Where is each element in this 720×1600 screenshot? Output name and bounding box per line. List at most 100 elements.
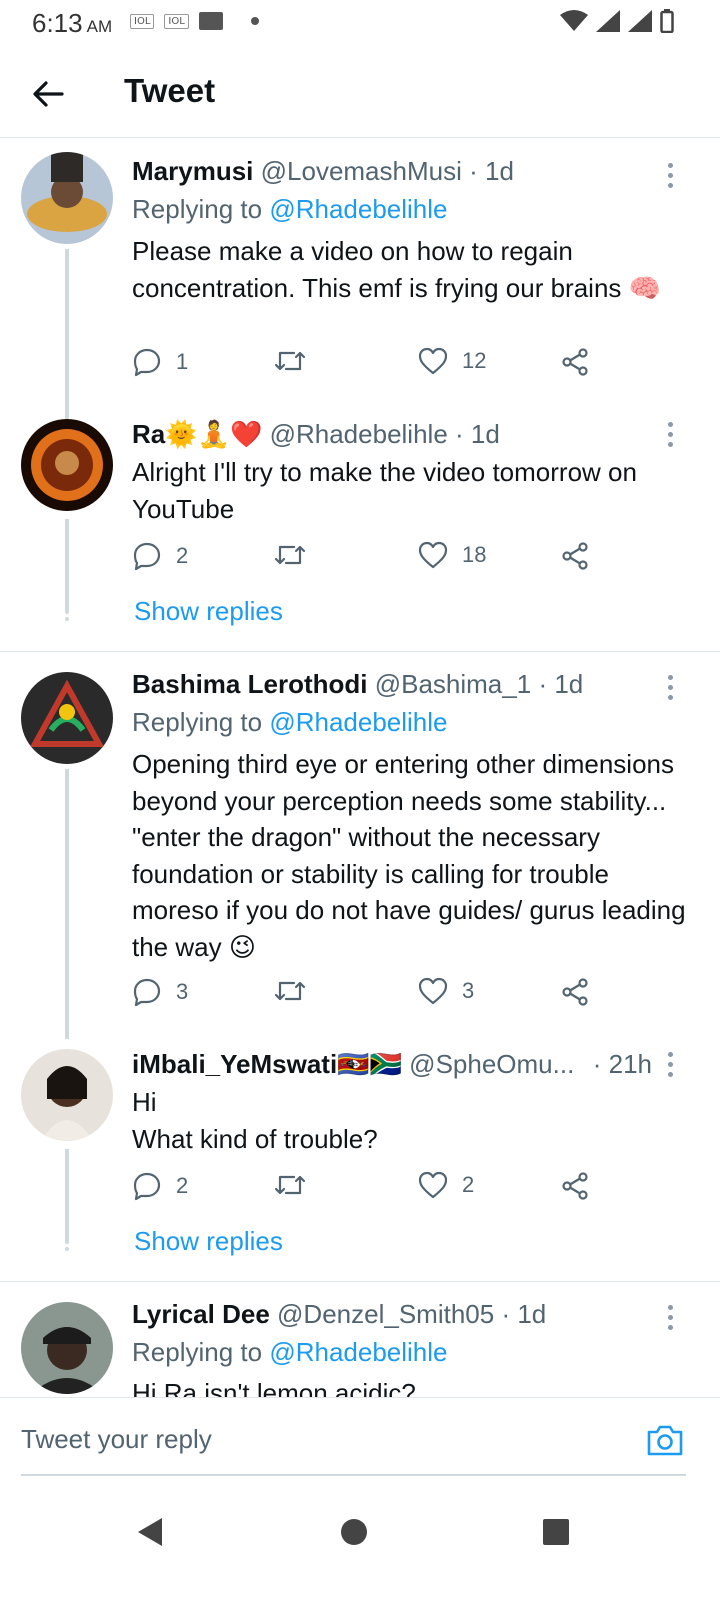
tweet-text-line: Hi (132, 1087, 157, 1117)
system-nav-bar (0, 1490, 720, 1600)
reply-count: 1 (176, 349, 189, 374)
avatar[interactable] (21, 1049, 113, 1141)
heart-icon (418, 347, 448, 375)
comment-icon (133, 978, 161, 1007)
share-icon (562, 348, 588, 376)
author-name[interactable]: Marymusi (132, 156, 253, 186)
heart-icon (418, 977, 448, 1005)
retweet-button[interactable] (274, 977, 306, 1005)
home-circle-icon[interactable] (334, 1512, 374, 1552)
signal-icon (628, 10, 652, 32)
tweet-header: Marymusi @LovemashMusi · 1d (132, 153, 664, 189)
retweet-button[interactable] (274, 347, 306, 375)
status-bar: 6:13 AM IOL IOL (0, 0, 720, 48)
tweet-item[interactable]: Marymusi @LovemashMusi · 1d Replying to … (0, 149, 720, 419)
reply-feed[interactable]: Marymusi @LovemashMusi · 1d Replying to … (0, 139, 720, 1397)
author-name[interactable]: Bashima Lerothodi (132, 669, 367, 699)
arrow-left-icon[interactable] (30, 76, 66, 112)
more-vertical-icon[interactable] (668, 163, 676, 193)
author-handle[interactable]: @Bashima_1 (375, 669, 531, 699)
share-button[interactable] (560, 977, 590, 1007)
author-name[interactable]: iMbali_YeMswati🇸🇿🇿🇦 (132, 1049, 402, 1079)
tweet-time: · 1d (501, 1299, 547, 1329)
tweet-item[interactable]: Lyrical Dee @Denzel_Smith05 · 1d Replyin… (0, 1299, 720, 1397)
tweet-time: · 1d (469, 156, 514, 186)
comment-icon (133, 1172, 161, 1201)
tweet-actions: 1 12 (132, 347, 602, 383)
like-button[interactable]: 3 (418, 977, 474, 1005)
tweet-item[interactable]: iMbali_YeMswati🇸🇿🇿🇦 @SpheOmu... · 21h Hi… (0, 1049, 720, 1279)
retweet-icon (274, 981, 306, 1001)
reply-button[interactable]: 1 (132, 347, 188, 377)
tweet-header: Ra🌞🧘❤️ @Rhadebelihle · 1d (132, 416, 664, 452)
comment-icon (133, 542, 161, 571)
heart-icon (418, 1171, 448, 1199)
like-button[interactable]: 12 (418, 347, 486, 375)
thread-line (65, 519, 69, 611)
tweet-header: Bashima Lerothodi @Bashima_1 · 1d (132, 666, 664, 702)
author-handle[interactable]: @Rhadebelihle (270, 419, 448, 449)
thread-line (65, 769, 69, 1039)
author-handle[interactable]: @SpheOmu... (409, 1049, 574, 1079)
tweet-time: · 21h (592, 1049, 652, 1079)
share-button[interactable] (560, 1171, 590, 1201)
more-vertical-icon[interactable] (668, 675, 676, 705)
status-system-icons (560, 9, 674, 33)
more-vertical-icon[interactable] (668, 422, 676, 452)
reply-button[interactable]: 2 (132, 541, 188, 571)
show-replies-link[interactable]: Show replies (134, 1226, 283, 1257)
avatar[interactable] (21, 672, 113, 764)
more-vertical-icon[interactable] (668, 1052, 676, 1082)
retweet-button[interactable] (274, 1171, 306, 1199)
more-vertical-icon[interactable] (668, 1305, 676, 1335)
reply-input[interactable] (21, 1424, 621, 1455)
thread-dots (64, 603, 70, 624)
share-button[interactable] (560, 541, 590, 571)
reply-button[interactable]: 2 (132, 1171, 188, 1201)
author-handle[interactable]: @Denzel_Smith05 (277, 1299, 494, 1329)
retweet-button[interactable] (274, 541, 306, 569)
mention-link[interactable]: @Rhadebelihle (269, 1337, 447, 1367)
author-handle[interactable]: @LovemashMusi (261, 156, 462, 186)
back-triangle-icon[interactable] (130, 1512, 170, 1552)
like-count: 2 (462, 1172, 475, 1197)
show-replies-link[interactable]: Show replies (134, 596, 283, 627)
mention-link[interactable]: @Rhadebelihle (269, 194, 447, 224)
replying-label: Replying to (132, 194, 263, 224)
tweet-time: · 1d (455, 419, 500, 449)
status-time: 6:13 AM (32, 8, 112, 39)
tweet-text: Hi Ra isn't lemon acidic? (132, 1378, 416, 1397)
input-underline (21, 1474, 686, 1476)
share-icon (562, 1172, 588, 1200)
like-button[interactable]: 2 (418, 1171, 474, 1199)
notification-dot-icon (250, 17, 259, 25)
status-ampm: AM (86, 17, 113, 36)
tweet-header: iMbali_YeMswati🇸🇿🇿🇦 @SpheOmu... (132, 1046, 580, 1082)
recents-square-icon[interactable] (536, 1512, 576, 1552)
camera-icon[interactable] (646, 1423, 684, 1457)
tweet-text: Alright I'll try to make the video tomor… (132, 457, 637, 524)
avatar[interactable] (21, 152, 113, 244)
tweet-text: Opening third eye or entering other dime… (132, 749, 686, 962)
mention-link[interactable]: @Rhadebelihle (269, 707, 447, 737)
tweet-actions: 2 18 (132, 541, 602, 577)
like-count: 12 (462, 348, 487, 373)
comment-icon (133, 348, 161, 377)
like-count: 3 (462, 978, 475, 1003)
reply-button[interactable]: 3 (132, 977, 188, 1007)
divider (0, 1281, 720, 1282)
reply-count: 2 (176, 1173, 189, 1198)
tweet-actions: 2 2 (132, 1171, 602, 1207)
avatar[interactable] (21, 419, 113, 511)
tweet-item[interactable]: Bashima Lerothodi @Bashima_1 · 1d Replyi… (0, 666, 720, 1039)
share-icon (562, 542, 588, 570)
author-name[interactable]: Lyrical Dee (132, 1299, 270, 1329)
replying-to: Replying to @Rhadebelihle (132, 704, 448, 740)
like-button[interactable]: 18 (418, 541, 486, 569)
author-name[interactable]: Ra🌞🧘❤️ (132, 419, 262, 449)
share-button[interactable] (560, 347, 590, 377)
tweet-item[interactable]: Ra🌞🧘❤️ @Rhadebelihle · 1d Alright I'll t… (0, 419, 720, 649)
sim-icon: IOL (164, 13, 189, 29)
avatar[interactable] (21, 1302, 113, 1394)
reply-composer (0, 1397, 720, 1485)
